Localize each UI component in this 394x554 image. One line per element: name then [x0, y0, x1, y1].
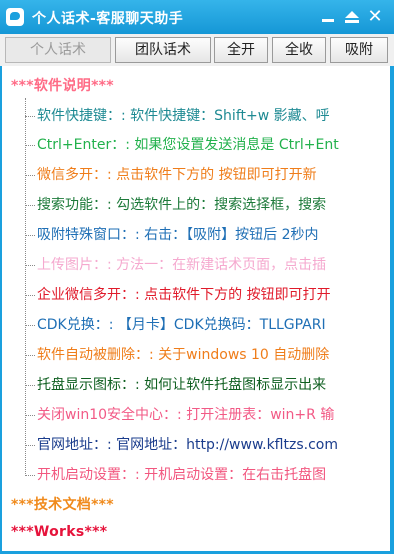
tree-item-text: 企业微信多开：: 点击软件下方的 按钮即可打开	[37, 287, 331, 303]
tree-item-text: 软件快捷键：: 软件快捷键：Shift+w 影藏、呼	[37, 108, 330, 124]
scripts-tree-panel[interactable]: ***软件说明*** 软件快捷键：: 软件快捷键：Shift+w 影藏、呼 Ct…	[2, 66, 390, 551]
tree-item[interactable]: CDK兑换：: 【月卡】CDK兑换码：TLLGPARI	[25, 313, 390, 337]
tree-connector	[25, 265, 35, 266]
tree-item-text: 官网地址：: 官网地址：http://www.kfltzs.com	[37, 437, 338, 453]
tree-connector	[25, 205, 35, 206]
team-scripts-button[interactable]: 团队话术	[115, 37, 211, 63]
tree-connector	[25, 325, 35, 326]
tree-item-text: 搜索功能：: 勾选软件上的：搜索选择框，搜索	[37, 197, 327, 213]
tree-connector	[25, 175, 35, 176]
tree-connector	[25, 295, 35, 296]
title-bar[interactable]: 个人话术-客服聊天助手 ✕	[0, 0, 394, 34]
tree-item-text: 吸附特殊窗口：: 右击：【吸附】按钮后 2秒内	[37, 227, 319, 243]
tree-connector	[25, 116, 35, 117]
tree-item-text: 上传图片：: 方法一：在新建话术页面，点击插	[37, 257, 327, 273]
tree-category-software[interactable]: ***软件说明***	[11, 75, 114, 95]
collapse-all-button[interactable]: 全收	[272, 37, 326, 63]
tree-item-text: Ctrl+Enter：: 如果您设置发送消息是 Ctrl+Ent	[37, 137, 339, 153]
tree-item[interactable]: 吸附特殊窗口：: 右击：【吸附】按钮后 2秒内	[25, 223, 390, 247]
tree-item[interactable]: 官网地址：: 官网地址：http://www.kfltzs.com	[25, 433, 390, 457]
tree-category-works[interactable]: ***Works***	[11, 524, 107, 540]
close-button[interactable]: ✕	[365, 7, 385, 27]
tree-connector	[25, 385, 35, 386]
tree-item[interactable]: 上传图片：: 方法一：在新建话术页面，点击插	[25, 253, 390, 277]
window-title: 个人话术-客服聊天助手	[32, 11, 184, 27]
personal-scripts-button[interactable]: 个人话术	[5, 37, 111, 63]
close-icon: ✕	[367, 6, 383, 27]
tree-item-text: 关闭win10安全中心：: 打开注册表：win+R 输	[37, 407, 335, 423]
tree-item-text: 软件自动被删除：: 关于windows 10 自动删除	[37, 347, 330, 363]
tree-item-text: 开机启动设置：: 开机启动设置：在右击托盘图	[37, 467, 327, 483]
tree-connector	[25, 145, 35, 146]
restore-icon	[345, 11, 359, 18]
restore-icon-base	[345, 20, 359, 23]
main-window: 个人话术-客服聊天助手 ✕ 个人话术 团队话术 全开 全收 吸附 ***软件说明…	[0, 0, 394, 554]
attach-button[interactable]: 吸附	[330, 37, 388, 63]
tree-item-text: 托盘显示图标：: 如何让软件托盘图标显示出来	[37, 377, 327, 393]
tree-item[interactable]: 开机启动设置：: 开机启动设置：在右击托盘图	[25, 463, 390, 487]
tree-item[interactable]: 微信多开：: 点击软件下方的 按钮即可打开新	[25, 163, 390, 187]
tree-item[interactable]: 托盘显示图标：: 如何让软件托盘图标显示出来	[25, 373, 390, 397]
tree-item[interactable]: 软件自动被删除：: 关于windows 10 自动删除	[25, 343, 390, 367]
tree-connector	[25, 355, 35, 356]
expand-all-button[interactable]: 全开	[214, 37, 268, 63]
tree-connector	[25, 445, 35, 446]
toolbar: 个人话术 团队话术 全开 全收 吸附	[0, 34, 394, 66]
minimize-icon	[322, 19, 334, 22]
tree-connector	[25, 415, 35, 416]
tree-category-tech-docs[interactable]: ***技术文档***	[11, 494, 114, 514]
scripts-tree: ***软件说明*** 软件快捷键：: 软件快捷键：Shift+w 影藏、呼 Ct…	[2, 66, 390, 551]
tree-connector	[25, 235, 35, 236]
tree-item[interactable]: 搜索功能：: 勾选软件上的：搜索选择框，搜索	[25, 193, 390, 217]
tree-item-text: CDK兑换：: 【月卡】CDK兑换码：TLLGPARI	[37, 317, 326, 333]
tree-item[interactable]: 软件快捷键：: 软件快捷键：Shift+w 影藏、呼	[25, 104, 390, 128]
restore-button[interactable]	[342, 7, 362, 27]
tree-item[interactable]: 企业微信多开：: 点击软件下方的 按钮即可打开	[25, 283, 390, 307]
tree-item[interactable]: Ctrl+Enter：: 如果您设置发送消息是 Ctrl+Ent	[25, 133, 390, 157]
minimize-button[interactable]	[318, 7, 338, 27]
tree-item[interactable]: 关闭win10安全中心：: 打开注册表：win+R 输	[25, 403, 390, 427]
tree-connector	[25, 475, 35, 476]
tree-item-text: 微信多开：: 点击软件下方的 按钮即可打开新	[37, 167, 317, 183]
chat-app-icon	[6, 8, 24, 26]
